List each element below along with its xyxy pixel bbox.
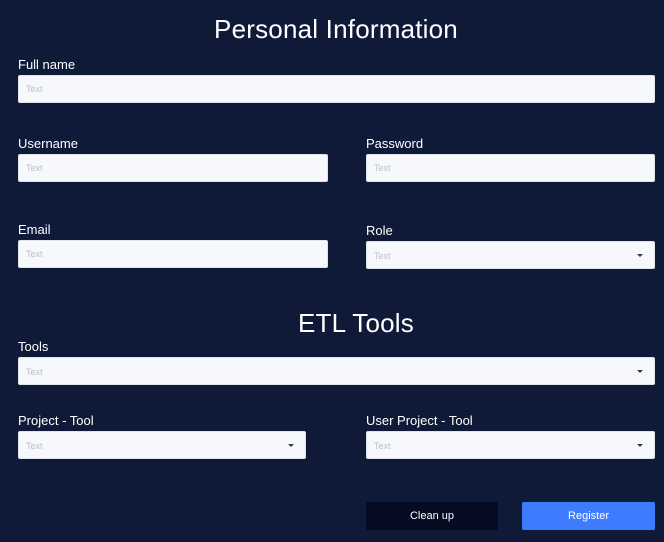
etl-tools-title: ETL Tools bbox=[298, 308, 414, 338]
email-input[interactable] bbox=[19, 241, 327, 267]
chevron-down-icon bbox=[637, 444, 643, 447]
full-name-field[interactable] bbox=[18, 75, 655, 103]
project-tool-select[interactable]: Text bbox=[18, 431, 306, 459]
tools-select[interactable]: Text bbox=[18, 357, 655, 385]
tools-label: Tools bbox=[18, 339, 49, 354]
user-project-tool-label: User Project - Tool bbox=[366, 413, 473, 428]
register-button[interactable]: Register bbox=[522, 502, 655, 530]
role-select-value: Text bbox=[374, 251, 391, 261]
email-label: Email bbox=[18, 222, 51, 237]
role-select[interactable]: Text bbox=[366, 241, 655, 269]
username-field[interactable] bbox=[18, 154, 328, 182]
chevron-down-icon bbox=[637, 370, 643, 373]
user-project-tool-select[interactable]: Text bbox=[366, 431, 655, 459]
project-tool-select-value: Text bbox=[26, 441, 43, 451]
personal-information-title: Personal Information bbox=[214, 14, 458, 44]
password-field[interactable] bbox=[366, 154, 655, 182]
chevron-down-icon bbox=[637, 254, 643, 257]
project-tool-label: Project - Tool bbox=[18, 413, 94, 428]
full-name-input[interactable] bbox=[19, 76, 654, 102]
password-input[interactable] bbox=[367, 155, 654, 181]
password-label: Password bbox=[366, 136, 424, 151]
clean-up-button[interactable]: Clean up bbox=[366, 502, 498, 530]
chevron-down-icon bbox=[288, 444, 294, 447]
username-input[interactable] bbox=[19, 155, 327, 181]
tools-select-value: Text bbox=[26, 367, 43, 377]
user-project-tool-select-value: Text bbox=[374, 441, 391, 451]
role-label: Role bbox=[366, 223, 393, 238]
full-name-label: Full name bbox=[18, 57, 76, 72]
email-field[interactable] bbox=[18, 240, 328, 268]
username-label: Username bbox=[18, 136, 78, 151]
